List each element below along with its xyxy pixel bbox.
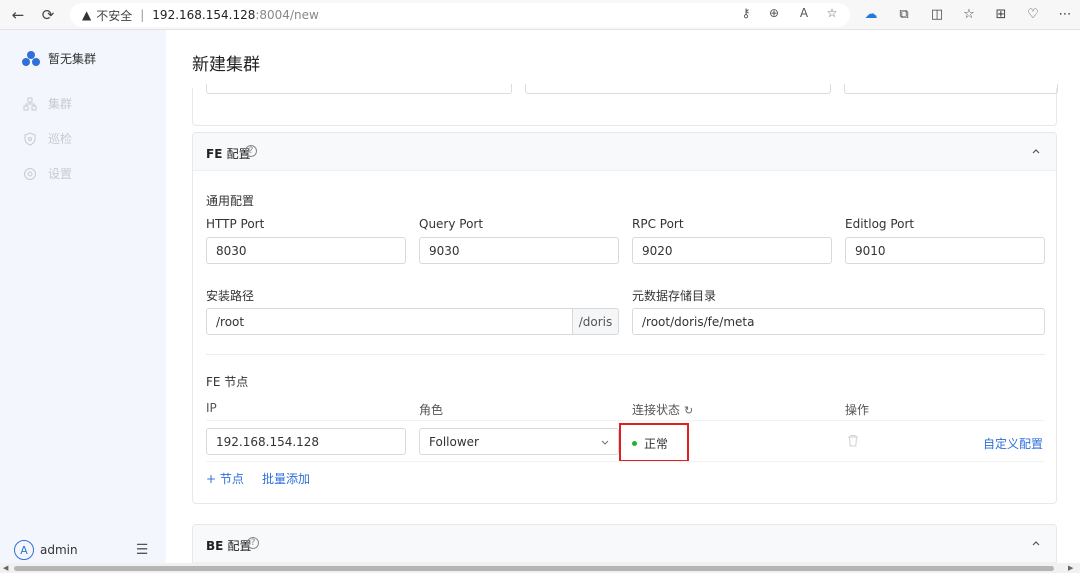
collapse-menu-icon[interactable]: ☰ <box>134 542 150 558</box>
install-path-suffix: /doris <box>573 308 619 335</box>
feedback-icon[interactable]: ♡ <box>1024 6 1042 24</box>
zoom-icon[interactable]: ⊕ <box>766 6 782 20</box>
sidebar-item-label: 设置 <box>48 167 73 181</box>
fe-config-header[interactable]: FE 配置 ? <box>193 133 1056 171</box>
node-ip-input[interactable]: 192.168.154.128 <box>206 428 406 455</box>
column-header-ip: IP <box>206 401 217 415</box>
back-icon[interactable]: ← <box>8 5 28 25</box>
rpc-port-label: RPC Port <box>632 217 684 231</box>
status-badge: 正常 <box>632 435 668 452</box>
be-config-header[interactable]: BE 配置 ? <box>193 525 1056 563</box>
status-dot <box>632 441 637 446</box>
divider <box>206 354 1045 355</box>
security-label: 不安全 <box>96 8 133 23</box>
fe-config-title: FE 配置 <box>206 147 251 161</box>
sidebar-item-label: 集群 <box>48 97 73 111</box>
query-port-input[interactable]: 9030 <box>419 237 619 264</box>
be-config-card: BE 配置 ? <box>192 524 1057 563</box>
batch-add-button[interactable]: 批量添加 <box>262 470 310 487</box>
chevron-down-icon <box>601 440 609 445</box>
sidebar-item-inspection[interactable]: 巡检 <box>22 130 72 147</box>
chevron-up-icon[interactable] <box>1030 145 1042 157</box>
scroll-right-icon[interactable]: ▶ <box>1068 564 1073 572</box>
custom-config-link[interactable]: 自定义配置 <box>983 435 1043 452</box>
sidebar-item-label: 巡检 <box>48 132 73 146</box>
split-screen-icon[interactable]: ◫ <box>928 6 946 24</box>
prev-input-3[interactable] <box>844 84 1058 94</box>
cluster-icon <box>22 96 38 112</box>
query-port-label: Query Port <box>419 217 484 231</box>
editlog-port-input[interactable]: 9010 <box>845 237 1045 264</box>
sidebar: 暂无集群 集群 巡检 设置 A admin ☰ <box>0 30 166 563</box>
column-header-status: 连接状态 ↻ <box>632 403 694 417</box>
more-menu-icon[interactable]: ⋯ <box>1056 6 1074 24</box>
fe-nodes-label: FE 节点 <box>206 375 249 389</box>
address-bar[interactable]: ▲ 不安全 | 192.168.154.128:8004/new <box>70 3 850 27</box>
node-role-select[interactable]: Follower <box>419 428 619 455</box>
url-path: :8004/new <box>255 8 319 22</box>
horizontal-scrollbar[interactable]: ◀ ▶ <box>0 563 1080 573</box>
url-host: 192.168.154.128 <box>152 8 256 22</box>
cloud-extension-icon[interactable]: ☁ <box>862 6 880 24</box>
meta-dir-label: 元数据存储目录 <box>632 289 717 303</box>
previous-config-card <box>192 84 1058 126</box>
collections-icon[interactable]: ⊞ <box>992 6 1010 24</box>
extensions-icon[interactable]: ⧉ <box>895 6 913 24</box>
help-icon[interactable]: ? <box>245 145 257 157</box>
read-aloud-icon[interactable]: A <box>796 6 812 20</box>
install-path-input[interactable]: /root <box>206 308 573 335</box>
user-profile[interactable]: A admin <box>14 540 78 560</box>
prev-input-2[interactable] <box>525 84 831 94</box>
rpc-port-input[interactable]: 9020 <box>632 237 832 264</box>
browser-toolbar: ← ⟳ ▲ 不安全 | 192.168.154.128:8004/new ⚷ ⊕… <box>0 0 1080 30</box>
help-icon[interactable]: ? <box>247 537 259 549</box>
scroll-thumb[interactable] <box>14 566 1054 571</box>
be-config-title: BE 配置 <box>206 539 252 553</box>
main-content: 新建集群 FE 配置 ? 通用配置 HTTP Port 8030 Query P… <box>166 30 1080 563</box>
fe-config-card: FE 配置 ? 通用配置 HTTP Port 8030 Query Port 9… <box>192 132 1057 504</box>
general-config-label: 通用配置 <box>206 194 255 208</box>
prev-input-1[interactable] <box>206 84 512 94</box>
gear-icon <box>22 166 38 182</box>
sidebar-item-settings[interactable]: 设置 <box>22 165 72 182</box>
meta-dir-input[interactable]: /root/doris/fe/meta <box>632 308 1045 335</box>
trash-icon[interactable] <box>847 434 859 447</box>
cluster-logo-icon <box>22 50 40 66</box>
avatar: A <box>14 540 34 560</box>
column-header-action: 操作 <box>845 403 870 417</box>
warning-icon: ▲ <box>82 8 92 22</box>
add-node-button[interactable]: + 节点 <box>206 470 244 487</box>
sidebar-item-cluster[interactable]: 集群 <box>22 95 72 112</box>
reload-icon[interactable]: ⟳ <box>38 5 58 25</box>
brand[interactable]: 暂无集群 <box>22 50 96 67</box>
scroll-left-icon[interactable]: ◀ <box>3 564 8 572</box>
install-path-label: 安装路径 <box>206 289 255 303</box>
page-title: 新建集群 <box>192 55 260 75</box>
http-port-label: HTTP Port <box>206 217 265 231</box>
chevron-up-icon[interactable] <box>1030 537 1042 549</box>
editlog-port-label: Editlog Port <box>845 217 915 231</box>
refresh-icon[interactable]: ↻ <box>684 404 693 417</box>
favorite-star-icon[interactable]: ☆ <box>824 6 840 20</box>
key-icon[interactable]: ⚷ <box>738 6 754 20</box>
column-header-role: 角色 <box>419 403 444 417</box>
username: admin <box>40 543 78 557</box>
http-port-input[interactable]: 8030 <box>206 237 406 264</box>
brand-name: 暂无集群 <box>48 52 97 66</box>
favorites-icon[interactable]: ☆ <box>960 6 978 24</box>
shield-icon <box>22 131 38 147</box>
